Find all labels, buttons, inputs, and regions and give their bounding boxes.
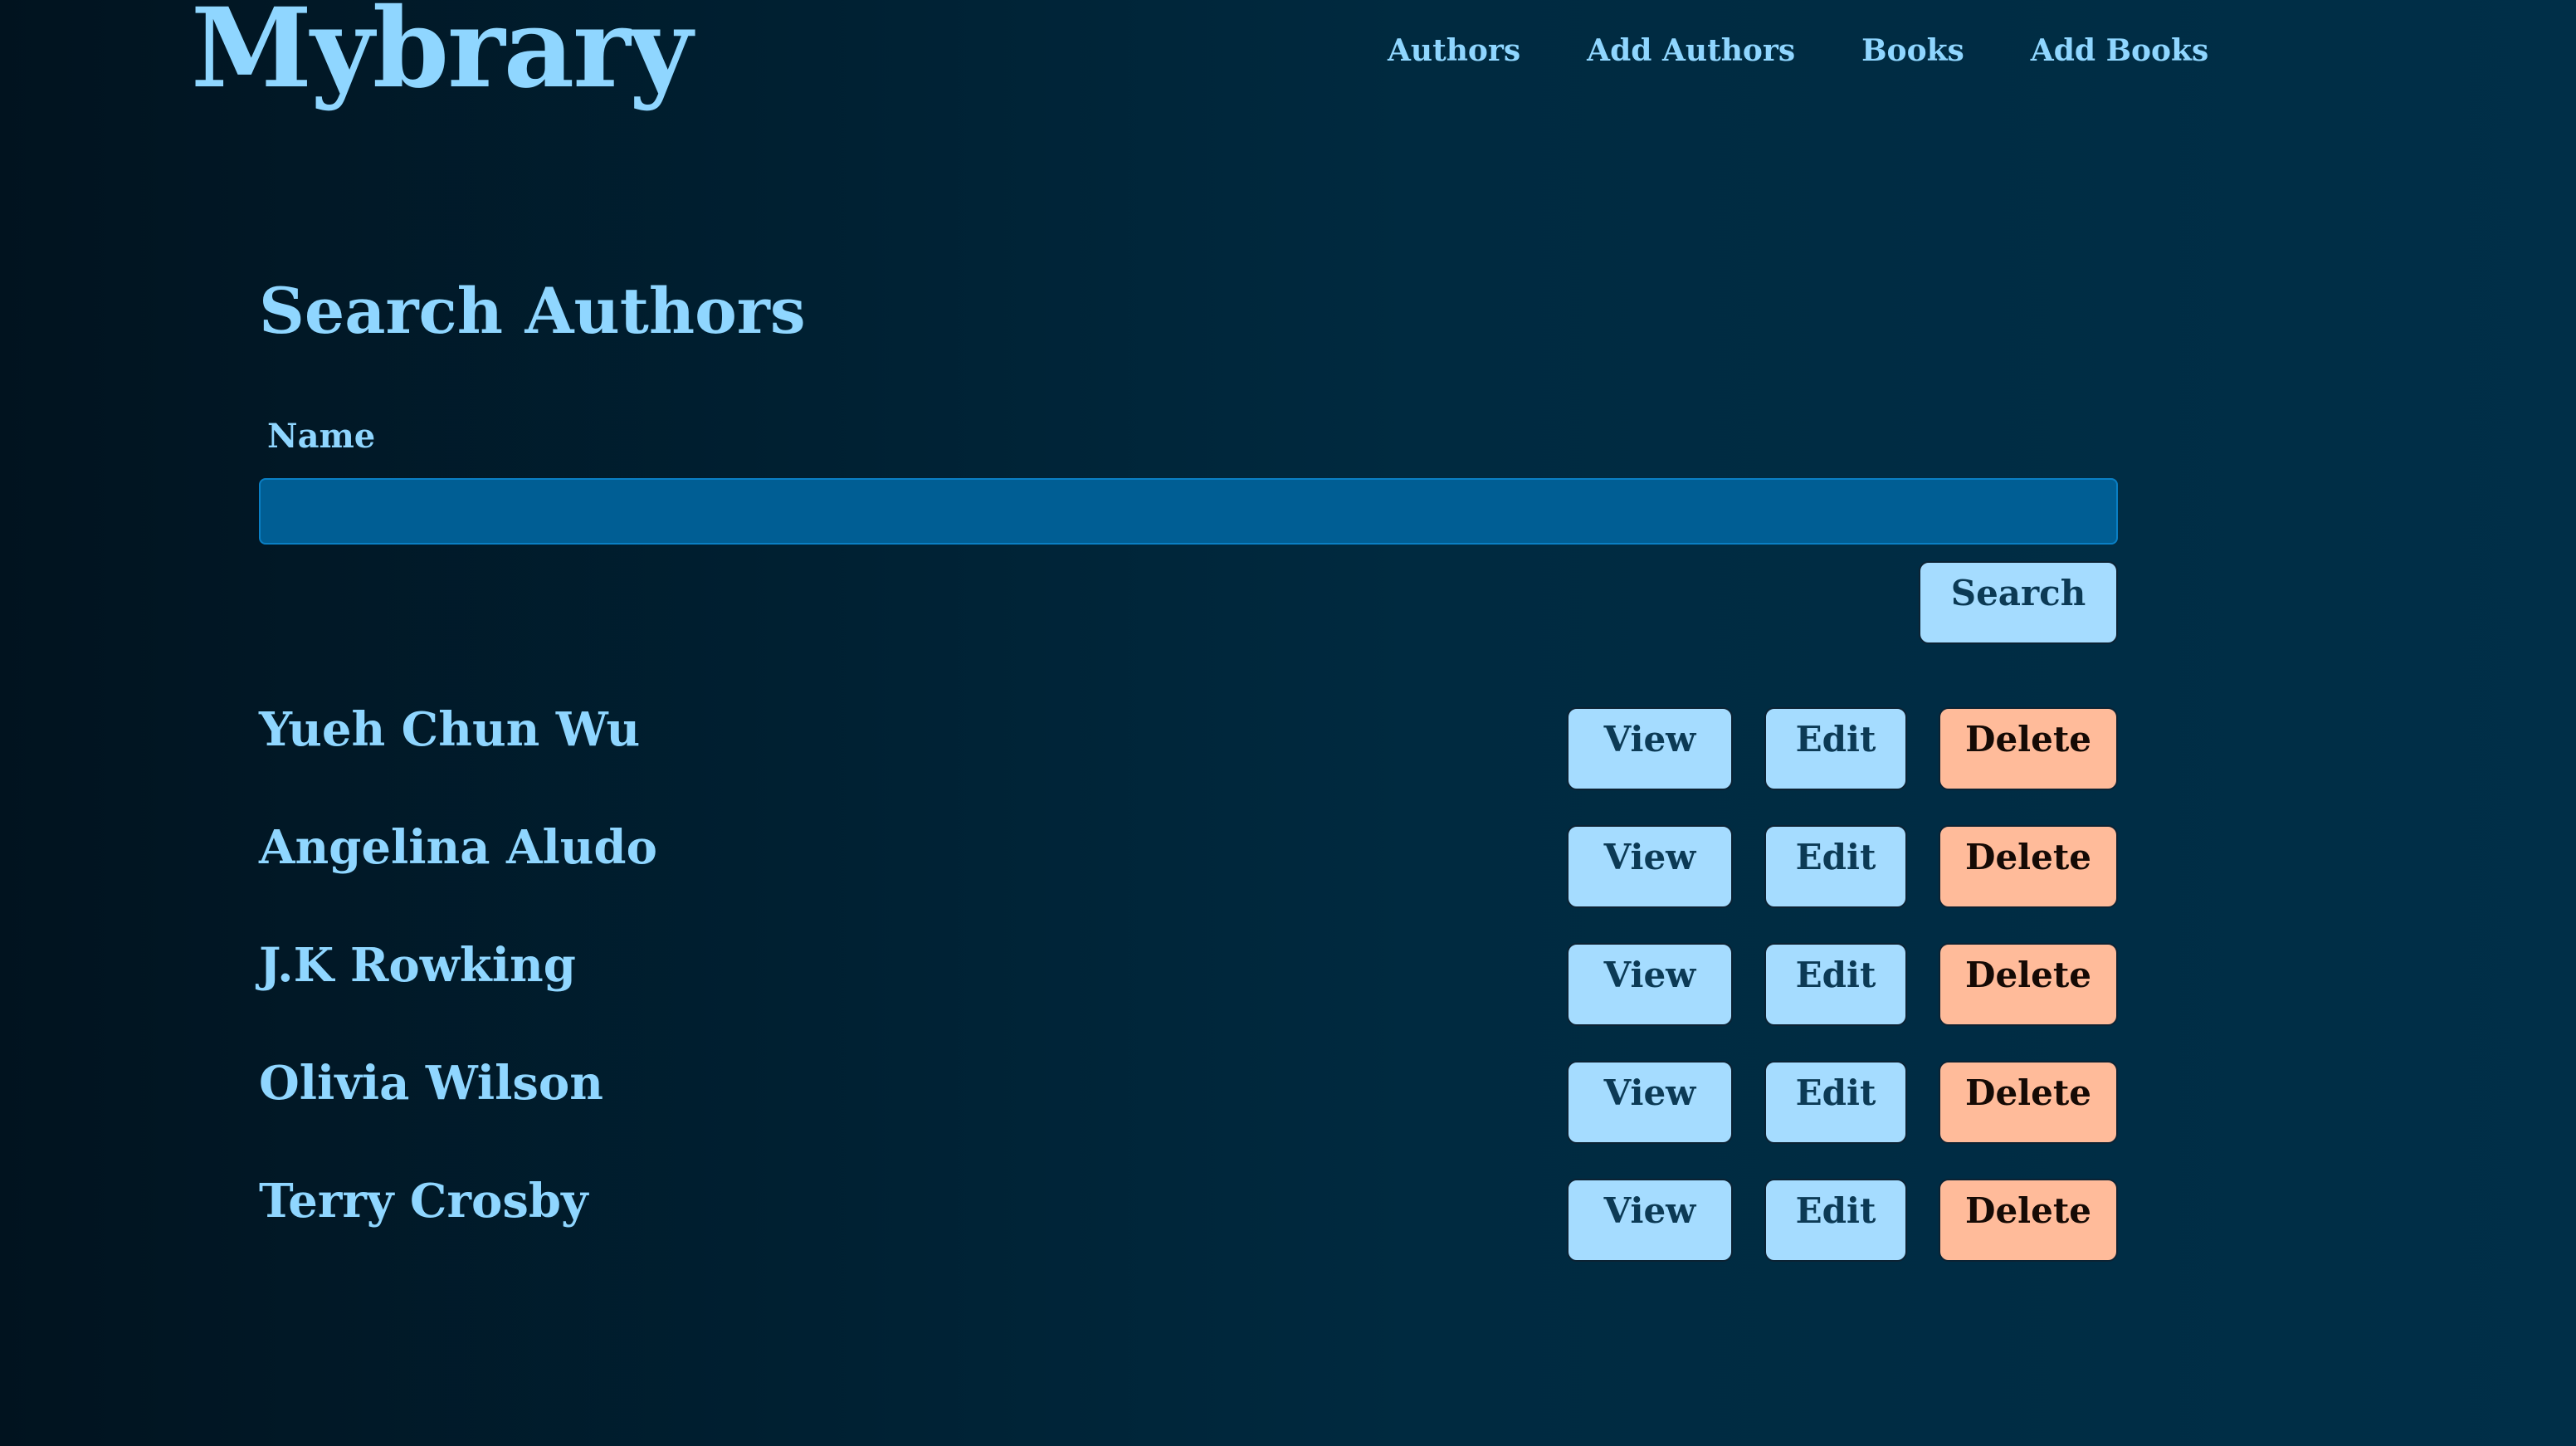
name-search-input[interactable]	[259, 478, 2118, 545]
author-name[interactable]: J.K Rowking	[259, 938, 576, 993]
author-name[interactable]: Yueh Chun Wu	[259, 702, 640, 757]
delete-author-button[interactable]: Delete	[1939, 825, 2118, 908]
nav-link-books[interactable]: Books	[1861, 33, 1964, 68]
main-nav: Authors Add Authors Books Add Books	[1388, 33, 2208, 68]
name-field-label: Name	[267, 417, 376, 456]
edit-author-button[interactable]: Edit	[1764, 943, 1907, 1026]
delete-author-button[interactable]: Delete	[1939, 943, 2118, 1026]
delete-author-button[interactable]: Delete	[1939, 1061, 2118, 1144]
view-author-button[interactable]: View	[1567, 707, 1733, 790]
view-author-button[interactable]: View	[1567, 1061, 1733, 1144]
page-title: Search Authors	[259, 274, 806, 348]
author-row: Yueh Chun Wu View Edit Delete	[259, 702, 2118, 794]
nav-link-add-books[interactable]: Add Books	[2031, 33, 2208, 68]
edit-author-button[interactable]: Edit	[1764, 707, 1907, 790]
author-row: J.K Rowking View Edit Delete	[259, 938, 2118, 1029]
search-button[interactable]: Search	[1919, 561, 2118, 644]
nav-link-add-authors[interactable]: Add Authors	[1587, 33, 1795, 68]
author-name[interactable]: Terry Crosby	[259, 1174, 588, 1229]
view-author-button[interactable]: View	[1567, 943, 1733, 1026]
delete-author-button[interactable]: Delete	[1939, 1179, 2118, 1262]
author-row: Angelina Aludo View Edit Delete	[259, 820, 2118, 911]
site-logo[interactable]: Mybrary	[191, 0, 692, 109]
delete-author-button[interactable]: Delete	[1939, 707, 2118, 790]
author-row: Terry Crosby View Edit Delete	[259, 1174, 2118, 1265]
author-row: Olivia Wilson View Edit Delete	[259, 1056, 2118, 1147]
view-author-button[interactable]: View	[1567, 1179, 1733, 1262]
nav-link-authors[interactable]: Authors	[1388, 33, 1520, 68]
edit-author-button[interactable]: Edit	[1764, 825, 1907, 908]
author-name[interactable]: Angelina Aludo	[259, 820, 657, 875]
edit-author-button[interactable]: Edit	[1764, 1061, 1907, 1144]
author-name[interactable]: Olivia Wilson	[259, 1056, 603, 1111]
view-author-button[interactable]: View	[1567, 825, 1733, 908]
edit-author-button[interactable]: Edit	[1764, 1179, 1907, 1262]
